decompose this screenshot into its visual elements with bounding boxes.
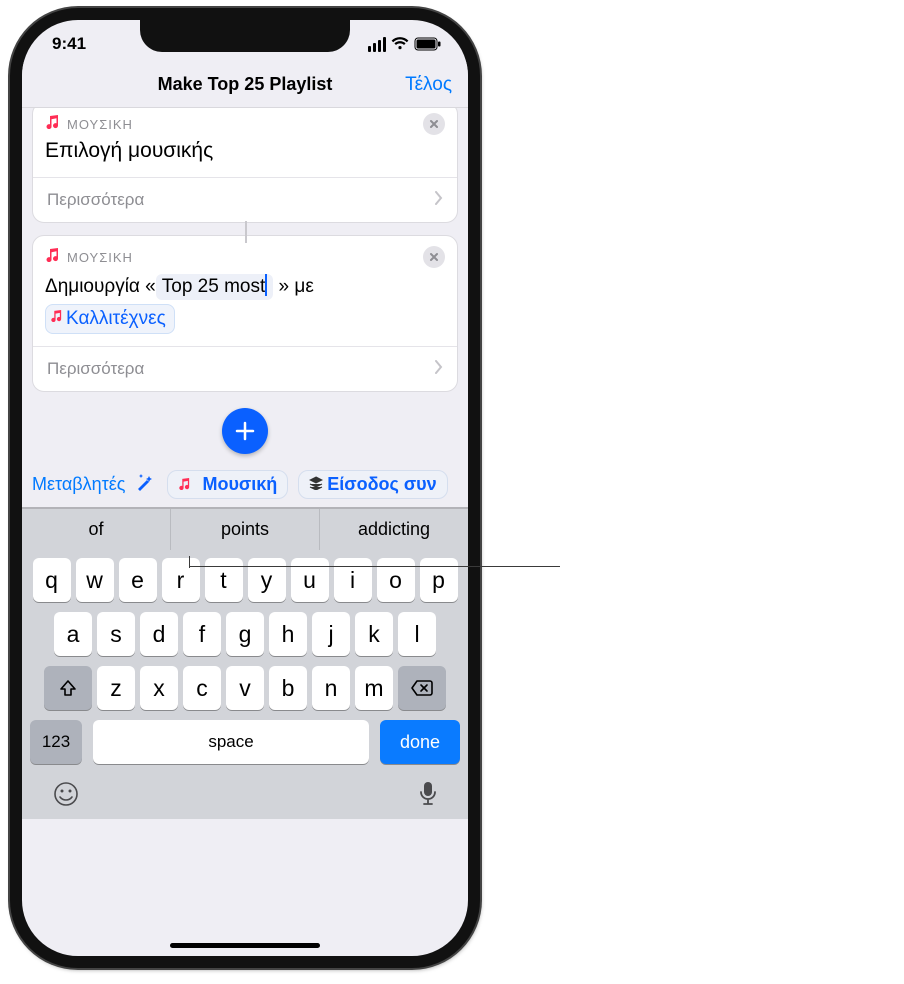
key-z[interactable]: z	[97, 666, 135, 710]
nav-bar: Make Top 25 Playlist Τέλος	[22, 62, 468, 108]
key-row-4: 123 space done	[26, 720, 464, 764]
key-a[interactable]: a	[54, 612, 92, 656]
keyboard-bottom-row	[26, 774, 464, 813]
more-label: Περισσότερα	[47, 190, 144, 210]
predict-3[interactable]: addicting	[319, 509, 468, 550]
predict-1[interactable]: of	[22, 509, 170, 550]
sentence-mid: » με	[273, 276, 314, 297]
done-key[interactable]: done	[380, 720, 460, 764]
text-cursor	[265, 274, 267, 296]
card-app-label: ΜΟΥΣΙΚΗ	[67, 117, 133, 132]
key-d[interactable]: d	[140, 612, 178, 656]
key-k[interactable]: k	[355, 612, 393, 656]
music-icon	[50, 308, 62, 328]
phone-frame: 9:41 Make Top 25 Playlist Τέλος	[10, 8, 480, 968]
key-l[interactable]: l	[398, 612, 436, 656]
chevron-right-icon	[435, 359, 443, 379]
key-p[interactable]: p	[420, 558, 458, 602]
sentence-prefix: Δημιουργία «	[45, 276, 156, 297]
numbers-key[interactable]: 123	[30, 720, 82, 764]
backspace-key[interactable]	[398, 666, 446, 710]
action-card-create-playlist: ΜΟΥΣΙΚΗ Δημιουργία « Top 25 most » με Καλ…	[32, 235, 458, 392]
more-label: Περισσότερα	[47, 359, 144, 379]
dictation-key[interactable]	[418, 780, 438, 813]
screen: 9:41 Make Top 25 Playlist Τέλος	[22, 20, 468, 956]
action-sentence: Δημιουργία « Top 25 most » με Καλλιτέχνες	[33, 268, 457, 346]
pill-label: Μουσική	[202, 474, 277, 495]
key-g[interactable]: g	[226, 612, 264, 656]
more-button[interactable]: Περισσότερα	[33, 346, 457, 391]
key-j[interactable]: j	[312, 612, 350, 656]
key-c[interactable]: c	[183, 666, 221, 710]
predict-2[interactable]: points	[170, 509, 319, 550]
cellular-icon	[368, 37, 386, 52]
home-indicator[interactable]	[170, 943, 320, 948]
variable-pill-music[interactable]: Μουσική	[167, 470, 288, 499]
key-u[interactable]: u	[291, 558, 329, 602]
playlist-name-input[interactable]: Top 25 most	[156, 274, 274, 300]
stack-icon	[309, 474, 323, 495]
wifi-icon	[391, 37, 409, 51]
variable-token-artists[interactable]: Καλλιτέχνες	[45, 304, 175, 335]
card-app-label: ΜΟΥΣΙΚΗ	[67, 250, 133, 265]
page-title: Make Top 25 Playlist	[158, 74, 333, 95]
variable-bar: Μεταβλητές Μουσική Είσοδος συν	[22, 464, 468, 507]
chevron-right-icon	[435, 190, 443, 210]
emoji-key[interactable]	[52, 780, 80, 813]
key-i[interactable]: i	[334, 558, 372, 602]
space-key[interactable]: space	[93, 720, 369, 764]
music-icon	[45, 115, 59, 134]
predictive-bar: of points addicting	[22, 509, 468, 550]
add-action-button[interactable]	[222, 408, 268, 454]
playlist-name-text: Top 25 most	[162, 276, 266, 297]
callout-line	[190, 566, 560, 567]
action-card-select-music: ΜΟΥΣΙΚΗ Επιλογή μουσικής Περισσότερα	[32, 102, 458, 223]
pill-label: Είσοδος συν	[327, 474, 436, 495]
keyboard: q w e r t y u i o p a s d f g h j k l	[22, 550, 468, 819]
battery-icon	[414, 37, 442, 51]
key-o[interactable]: o	[377, 558, 415, 602]
more-button[interactable]: Περισσότερα	[33, 177, 457, 222]
key-b[interactable]: b	[269, 666, 307, 710]
key-e[interactable]: e	[119, 558, 157, 602]
key-y[interactable]: y	[248, 558, 286, 602]
key-m[interactable]: m	[355, 666, 393, 710]
music-icon	[178, 477, 190, 493]
key-q[interactable]: q	[33, 558, 71, 602]
key-t[interactable]: t	[205, 558, 243, 602]
content: ΜΟΥΣΙΚΗ Επιλογή μουσικής Περισσότερα	[22, 102, 468, 454]
key-h[interactable]: h	[269, 612, 307, 656]
key-r[interactable]: r	[162, 558, 200, 602]
key-f[interactable]: f	[183, 612, 221, 656]
variable-token-label: Καλλιτέχνες	[66, 306, 166, 332]
key-v[interactable]: v	[226, 666, 264, 710]
music-icon	[45, 248, 59, 267]
done-button[interactable]: Τέλος	[405, 74, 452, 96]
notch	[140, 18, 350, 52]
magic-wand-icon[interactable]	[135, 472, 157, 497]
key-row-3: z x c v b n m	[26, 666, 464, 710]
status-right	[368, 37, 442, 52]
action-title: Επιλογή μουσικής	[33, 135, 457, 177]
shift-key[interactable]	[44, 666, 92, 710]
close-icon[interactable]	[423, 113, 445, 135]
connector	[32, 223, 458, 241]
key-s[interactable]: s	[97, 612, 135, 656]
variables-button[interactable]: Μεταβλητές	[32, 474, 125, 495]
key-w[interactable]: w	[76, 558, 114, 602]
key-x[interactable]: x	[140, 666, 178, 710]
close-icon[interactable]	[423, 246, 445, 268]
key-row-1: q w e r t y u i o p	[26, 558, 464, 602]
status-time: 9:41	[52, 34, 86, 54]
key-row-2: a s d f g h j k l	[26, 612, 464, 656]
variable-pill-shortcut-input[interactable]: Είσοδος συν	[298, 470, 447, 499]
key-n[interactable]: n	[312, 666, 350, 710]
